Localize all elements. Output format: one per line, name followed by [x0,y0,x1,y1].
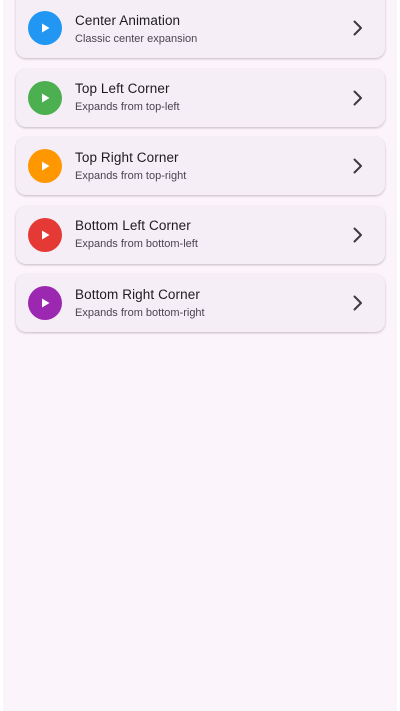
list-item-title: Top Right Corner [75,149,179,165]
list-item-title: Bottom Right Corner [75,286,200,302]
play-icon [28,286,62,320]
list-item-center-animation[interactable]: Center Animation Classic center expansio… [16,0,385,58]
play-icon [28,80,62,115]
list-item-top-right-corner[interactable]: Top Right Corner Expands from top-right [16,137,385,195]
chevron-right-icon [353,158,362,174]
chevron-right-icon [353,295,362,311]
list-item-bottom-left-corner[interactable]: Bottom Left Corner Expands from bottom-l… [16,205,385,264]
chevron-right-icon [353,90,362,105]
animation-list: Center Animation Classic center expansio… [16,0,385,343]
play-icon [28,149,62,183]
chevron-right-icon [353,20,362,36]
play-icon [28,217,62,252]
list-item-bottom-right-corner[interactable]: Bottom Right Corner Expands from bottom-… [16,274,385,332]
list-item-subtitle: Expands from bottom-left [75,238,198,250]
list-item-title: Bottom Left Corner [75,218,191,233]
play-icon [28,11,62,45]
list-item-subtitle: Classic center expansion [75,32,198,45]
chevron-right-icon [353,227,362,242]
list-item-subtitle: Expands from bottom-right [75,306,205,319]
app-screen: Center Animation Classic center expansio… [3,0,397,711]
list-item-top-left-corner[interactable]: Top Left Corner Expands from top-left [16,68,385,127]
list-item-subtitle: Expands from top-left [75,101,180,113]
list-item-title: Top Left Corner [75,81,170,96]
list-item-title: Center Animation [75,12,181,28]
list-item-subtitle: Expands from top-right [75,169,187,182]
